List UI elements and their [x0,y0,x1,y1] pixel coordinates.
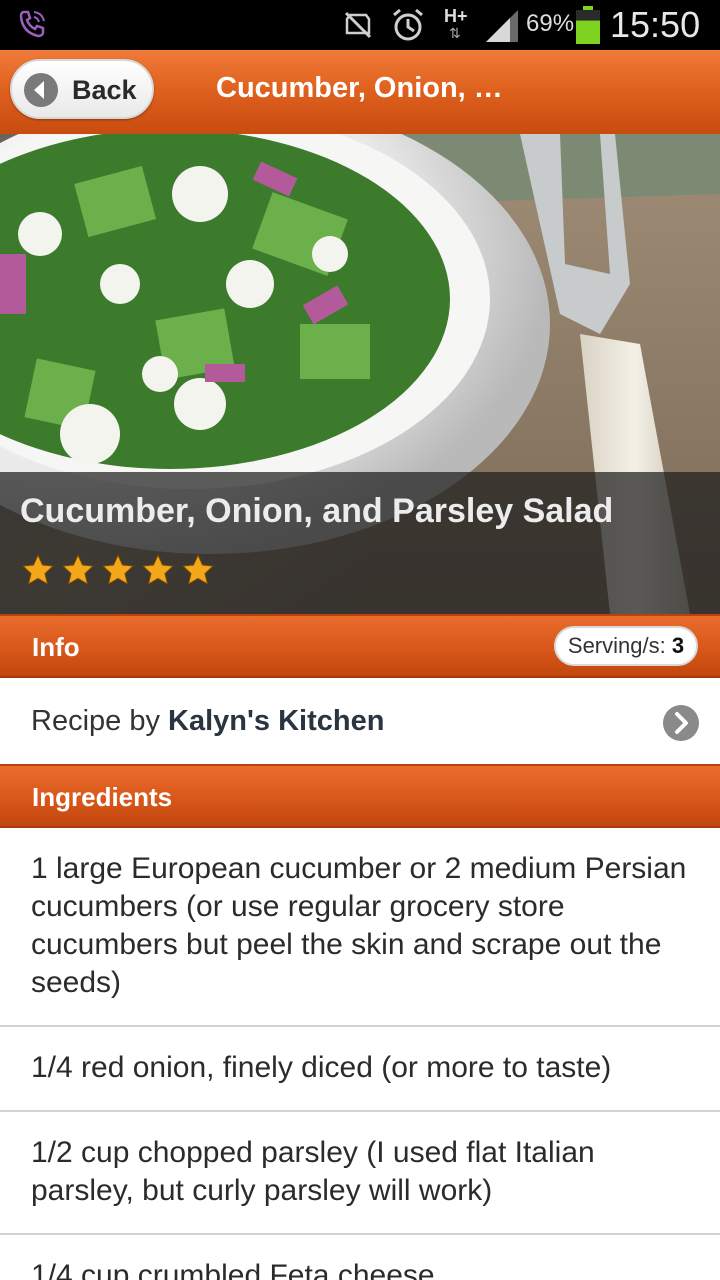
clock: 15:50 [610,4,701,45]
back-button[interactable]: Back [10,59,154,119]
star-icon [141,553,175,586]
recipe-by-prefix: Recipe by [31,705,160,737]
rating-stars [20,552,216,588]
star-icon [21,553,55,586]
star-icon [181,553,215,586]
serving-badge[interactable]: Serving/s: 3 [554,626,698,666]
page-title: Cucumber, Onion, … [216,72,503,104]
ingredients-list: 1 large European cucumber or 2 medium Pe… [0,828,720,1280]
recipe-hero: Cucumber, Onion, and Parsley Salad [0,134,720,614]
recipe-by-row[interactable]: Recipe by Kalyn's Kitchen [0,678,720,764]
serving-value: 3 [671,633,685,658]
phone-icon [19,10,45,38]
network-type: H+ [444,6,468,26]
hero-overlay: Cucumber, Onion, and Parsley Salad [0,472,720,614]
action-bar: Back Cucumber, Onion, … [0,50,720,134]
ingredients-header-label: Ingredients [32,782,173,812]
back-label: Back [72,75,137,105]
star-icon [101,553,135,586]
serving-label: Serving/s: [567,633,666,658]
list-item: 1/4 cup crumbled Feta cheese [0,1235,720,1280]
star-icon [61,553,95,586]
mute-icon [344,11,372,39]
info-header-label: Info [32,632,80,662]
battery-percent: 69% [526,10,575,37]
ingredients-section-header: Ingredients [0,764,720,828]
back-arrow-icon [24,73,58,107]
chevron-right-icon [663,705,699,741]
recipe-by-text: Recipe by Kalyn's Kitchen [31,705,384,738]
signal-icon [486,10,518,42]
battery-icon [576,6,600,44]
status-bar: H+ ⇅ 69% 15:50 [0,0,720,50]
list-item: 1 large European cucumber or 2 medium Pe… [0,828,720,1027]
list-item: 1/2 cup chopped parsley (I used flat Ita… [0,1112,720,1235]
info-section-header: Info Serving/s: 3 [0,614,720,678]
recipe-author: Kalyn's Kitchen [168,705,385,737]
data-arrows-icon: ⇅ [449,25,461,41]
list-item: 1/4 red onion, finely diced (or more to … [0,1027,720,1112]
alarm-icon [393,8,423,41]
recipe-title: Cucumber, Onion, and Parsley Salad [20,492,614,530]
